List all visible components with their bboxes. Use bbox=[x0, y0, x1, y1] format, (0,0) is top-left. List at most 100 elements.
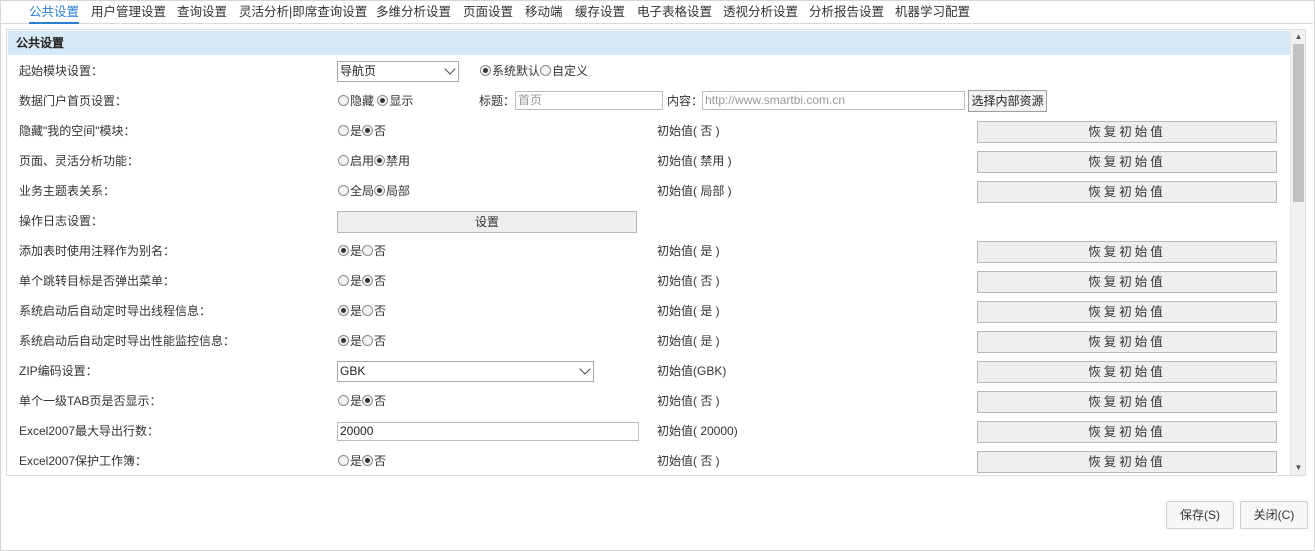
row-single-tab: 单个一级TAB页是否显示： 是否 初始值( 否 ) 恢复初始值 bbox=[7, 386, 1291, 416]
row-label: 起始模块设置： bbox=[19, 64, 104, 78]
initial-value: 初始值( 禁用 ) bbox=[657, 154, 732, 168]
radio-enable[interactable] bbox=[338, 155, 349, 166]
radio-yes[interactable] bbox=[338, 125, 349, 136]
radio-disable[interactable] bbox=[374, 155, 386, 166]
tab-user-management[interactable]: 用户管理设置 bbox=[91, 2, 166, 24]
restore-default-button[interactable]: 恢复初始值 bbox=[977, 271, 1277, 293]
select-internal-resource-button[interactable]: 选择内部资源 bbox=[968, 90, 1047, 112]
row-label: 添加表时使用注释作为别名： bbox=[19, 244, 176, 258]
radio-yes[interactable] bbox=[338, 245, 349, 256]
select-value: GBK bbox=[340, 364, 366, 378]
row-portal-home: 数据门户首页设置： 隐藏 显示 标题： 首页 内容： http://www.sm… bbox=[7, 86, 1291, 116]
initial-value: 初始值( 是 ) bbox=[657, 334, 720, 348]
radio-label: 是 bbox=[350, 274, 363, 288]
row-label: ZIP编码设置： bbox=[19, 364, 98, 378]
portal-title-input[interactable]: 首页 bbox=[515, 91, 663, 110]
tab-report-settings[interactable]: 分析报告设置 bbox=[809, 2, 884, 24]
initial-value: 初始值( 否 ) bbox=[657, 124, 720, 138]
close-button[interactable]: 关闭(C) bbox=[1240, 501, 1308, 529]
initial-value: 初始值( 局部 ) bbox=[657, 184, 732, 198]
radio-label: 否 bbox=[374, 454, 387, 468]
tab-mobile[interactable]: 移动端 bbox=[525, 2, 563, 24]
row-jump-menu: 单个跳转目标是否弹出菜单： 是否 初始值( 否 ) 恢复初始值 bbox=[7, 266, 1291, 296]
initial-value: 初始值( 否 ) bbox=[657, 394, 720, 408]
row-excel-max-rows: Excel2007最大导出行数： 20000 初始值( 20000) 恢复初始值 bbox=[7, 416, 1291, 446]
restore-default-button[interactable]: 恢复初始值 bbox=[977, 331, 1277, 353]
radio-label: 是 bbox=[350, 334, 363, 348]
tab-page-settings[interactable]: 页面设置 bbox=[463, 2, 513, 24]
radio-label: 否 bbox=[374, 244, 387, 258]
radio-no[interactable] bbox=[362, 305, 374, 316]
radio-label: 否 bbox=[374, 394, 387, 408]
scroll-up-arrow-icon[interactable]: ▲ bbox=[1291, 30, 1305, 44]
radio-yes[interactable] bbox=[338, 455, 349, 466]
radio-no[interactable] bbox=[362, 245, 374, 256]
start-module-select[interactable]: 导航页 bbox=[337, 61, 459, 82]
tab-pivot-settings[interactable]: 透视分析设置 bbox=[723, 2, 798, 24]
radio-label: 全局 bbox=[350, 184, 375, 198]
radio-no[interactable] bbox=[362, 335, 374, 346]
restore-default-button[interactable]: 恢复初始值 bbox=[977, 121, 1277, 143]
radio-label: 显示 bbox=[389, 94, 414, 108]
radio-no[interactable] bbox=[362, 395, 374, 406]
tab-common-settings[interactable]: 公共设置 bbox=[29, 2, 80, 24]
tab-query-settings[interactable]: 查询设置 bbox=[177, 2, 227, 24]
radio-show[interactable] bbox=[377, 95, 389, 106]
restore-default-button[interactable]: 恢复初始值 bbox=[977, 241, 1277, 263]
initial-value: 初始值(GBK) bbox=[657, 364, 727, 378]
radio-label: 自定义 bbox=[552, 64, 589, 78]
row-label: 系统启动后自动定时导出性能监控信息： bbox=[19, 334, 236, 348]
row-label: 数据门户首页设置： bbox=[19, 94, 128, 108]
row-label: 单个一级TAB页是否显示： bbox=[19, 394, 162, 408]
vertical-scrollbar[interactable]: ▲ ▼ bbox=[1290, 30, 1305, 475]
save-button[interactable]: 保存(S) bbox=[1166, 501, 1234, 529]
row-zip-encoding: ZIP编码设置： GBK 初始值(GBK) 恢复初始值 bbox=[7, 356, 1291, 386]
radio-yes[interactable] bbox=[338, 275, 349, 286]
restore-default-button[interactable]: 恢复初始值 bbox=[977, 361, 1277, 383]
radio-no[interactable] bbox=[362, 455, 374, 466]
row-label: 隐藏"我的空间"模块： bbox=[19, 124, 136, 138]
radio-yes[interactable] bbox=[338, 395, 349, 406]
radio-yes[interactable] bbox=[338, 335, 349, 346]
restore-default-button[interactable]: 恢复初始值 bbox=[977, 151, 1277, 173]
tab-olap-settings[interactable]: 多维分析设置 bbox=[376, 2, 451, 24]
radio-label: 局部 bbox=[386, 184, 411, 198]
scroll-thumb[interactable] bbox=[1293, 44, 1304, 202]
restore-default-button[interactable]: 恢复初始值 bbox=[977, 301, 1277, 323]
row-comment-alias: 添加表时使用注释作为别名： 是否 初始值( 是 ) 恢复初始值 bbox=[7, 236, 1291, 266]
radio-label: 是 bbox=[350, 244, 363, 258]
row-label: Excel2007最大导出行数： bbox=[19, 424, 160, 438]
radio-yes[interactable] bbox=[338, 305, 349, 316]
tab-flex-adhoc-settings[interactable]: 灵活分析|即席查询设置 bbox=[239, 2, 367, 24]
row-op-log: 操作日志设置： 设置 bbox=[7, 206, 1291, 236]
op-log-settings-button[interactable]: 设置 bbox=[337, 211, 637, 233]
restore-default-button[interactable]: 恢复初始值 bbox=[977, 391, 1277, 413]
radio-local[interactable] bbox=[374, 185, 386, 196]
restore-default-button[interactable]: 恢复初始值 bbox=[977, 421, 1277, 443]
radio-global[interactable] bbox=[338, 185, 349, 196]
radio-no[interactable] bbox=[362, 125, 374, 136]
portal-content-input[interactable]: http://www.smartbi.com.cn bbox=[702, 91, 965, 110]
radio-custom[interactable] bbox=[540, 65, 552, 76]
initial-value: 初始值( 否 ) bbox=[657, 454, 720, 468]
restore-default-button[interactable]: 恢复初始值 bbox=[977, 451, 1277, 473]
radio-system-default[interactable] bbox=[480, 65, 491, 76]
tab-spreadsheet-settings[interactable]: 电子表格设置 bbox=[637, 2, 712, 24]
radio-no[interactable] bbox=[362, 275, 374, 286]
initial-value: 初始值( 是 ) bbox=[657, 304, 720, 318]
radio-label: 是 bbox=[350, 454, 363, 468]
tab-cache-settings[interactable]: 缓存设置 bbox=[575, 2, 625, 24]
restore-default-button[interactable]: 恢复初始值 bbox=[977, 181, 1277, 203]
excel-max-rows-input[interactable]: 20000 bbox=[337, 422, 639, 441]
row-hide-my-space: 隐藏"我的空间"模块： 是否 初始值( 否 ) 恢复初始值 bbox=[7, 116, 1291, 146]
scroll-down-arrow-icon[interactable]: ▼ bbox=[1291, 461, 1305, 475]
initial-value: 初始值( 否 ) bbox=[657, 274, 720, 288]
row-label: 系统启动后自动定时导出线程信息： bbox=[19, 304, 212, 318]
radio-label: 否 bbox=[374, 274, 387, 288]
tab-ml-config[interactable]: 机器学习配置 bbox=[895, 2, 970, 24]
start-module-radio-group: 系统默认 自定义 bbox=[480, 56, 588, 86]
content-field-label: 内容： bbox=[667, 94, 704, 108]
radio-label: 是 bbox=[350, 124, 363, 138]
radio-hide[interactable] bbox=[338, 95, 349, 106]
zip-encoding-select[interactable]: GBK bbox=[337, 361, 594, 382]
